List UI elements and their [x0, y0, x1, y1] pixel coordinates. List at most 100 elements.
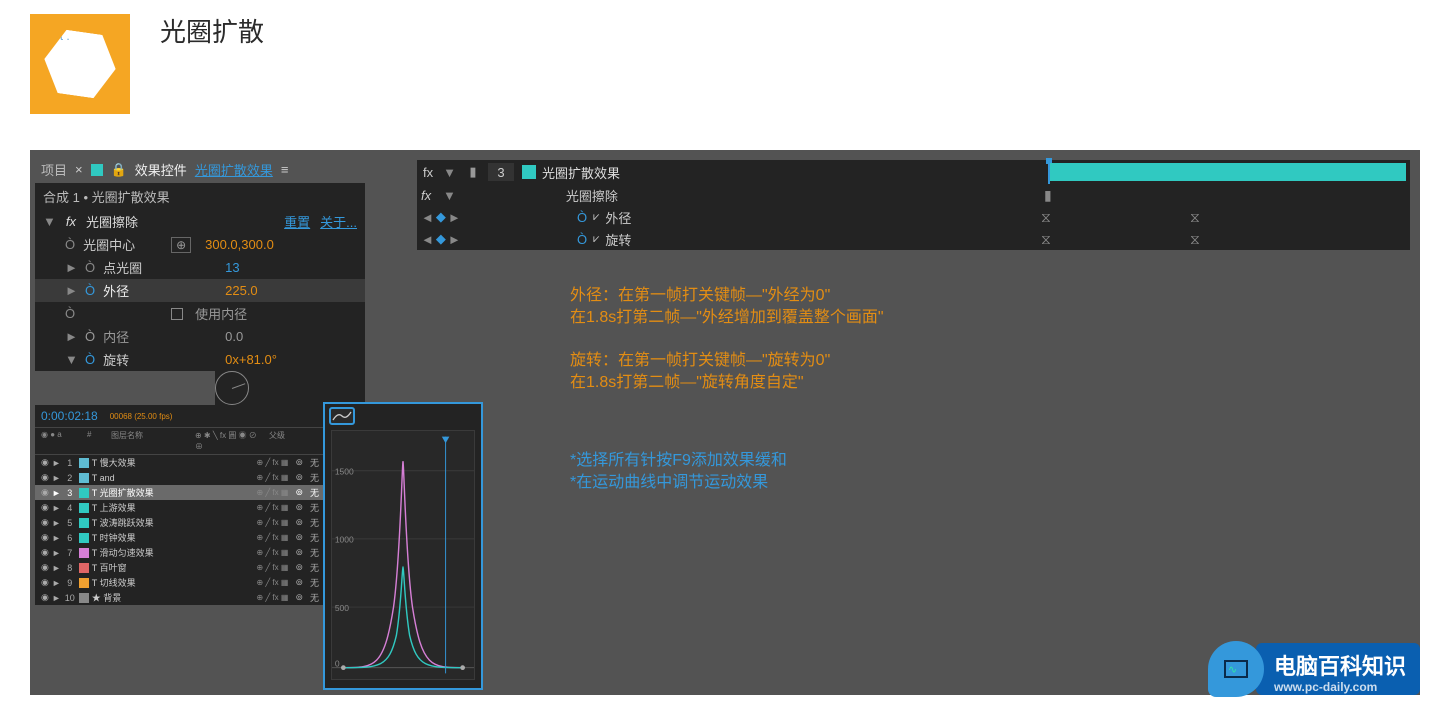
visibility-icon[interactable]: ◉	[41, 457, 49, 468]
twirl-icon[interactable]: ►	[65, 283, 77, 298]
layer-switches[interactable]: ⊕ ╱ fx ▦	[256, 563, 288, 572]
visibility-icon[interactable]: ◉	[41, 547, 49, 558]
parent-select[interactable]: 无	[310, 516, 319, 529]
visibility-icon[interactable]: ◉	[41, 577, 49, 588]
shy-icon[interactable]: ▮	[460, 164, 486, 180]
kf-next-icon[interactable]: ►	[448, 232, 461, 247]
panel-menu-icon[interactable]: ≡	[281, 162, 289, 177]
visibility-icon[interactable]: ◉	[41, 532, 49, 543]
pickwhip-icon[interactable]: ⊚	[295, 487, 303, 498]
visibility-icon[interactable]: ◉	[41, 517, 49, 528]
layer-name[interactable]: T 波涛跳跃效果	[92, 516, 254, 529]
lock-icon[interactable]: 🔒	[111, 162, 127, 178]
layer-name[interactable]: ★ 背景	[92, 591, 254, 604]
keyframe-easy-ease-icon[interactable]: ⧖	[1041, 211, 1051, 223]
twirl-icon[interactable]: ►	[52, 593, 61, 603]
twirl-icon[interactable]: ►	[52, 473, 61, 483]
twirl-down-icon[interactable]: ▼	[65, 352, 77, 367]
timecode[interactable]: 0:00:02:18	[41, 409, 98, 423]
parent-select[interactable]: 无	[310, 456, 319, 469]
keyframe-easy-ease-icon[interactable]: ⧖	[1190, 211, 1200, 223]
keyframe-easy-ease-icon[interactable]: ⧖	[1190, 233, 1200, 245]
curve-icon[interactable]: ⩗	[593, 211, 599, 224]
twirl-icon[interactable]: ►	[52, 458, 61, 468]
layer-row[interactable]: ◉ ► 6 T 时钟效果 ⊕ ╱ fx ▦ ⊚ 无	[35, 530, 325, 545]
stopwatch-icon[interactable]: Ò	[85, 260, 95, 275]
fx-badge[interactable]: fx	[66, 214, 76, 229]
visibility-icon[interactable]: ◉	[41, 562, 49, 573]
stopwatch-icon[interactable]: Ò	[65, 237, 75, 252]
layer-row[interactable]: ◉ ► 2 T and ⊕ ╱ fx ▦ ⊚ 无	[35, 470, 325, 485]
layer-row[interactable]: ◉ ► 4 T 上游效果 ⊕ ╱ fx ▦ ⊚ 无	[35, 500, 325, 515]
parent-select[interactable]: 无	[310, 591, 319, 604]
about-link[interactable]: 关于...	[320, 212, 357, 231]
layer-switches[interactable]: ⊕ ╱ fx ▦	[256, 473, 288, 482]
kf-next-icon[interactable]: ►	[448, 210, 461, 225]
pickwhip-icon[interactable]: ⊚	[295, 472, 303, 483]
visibility-icon[interactable]: ◉	[41, 487, 49, 498]
prop-value-rotate[interactable]: 0x+81.0°	[225, 352, 277, 367]
reset-link[interactable]: 重置	[284, 212, 310, 231]
use-inner-checkbox[interactable]	[171, 308, 183, 320]
twirl-icon[interactable]: ►	[65, 329, 77, 344]
curve-icon[interactable]: ⩗	[593, 233, 599, 246]
layer-switches[interactable]: ⊕ ╱ fx ▦	[256, 503, 288, 512]
parent-select[interactable]: 无	[310, 546, 319, 559]
visibility-icon[interactable]: ◉	[41, 592, 49, 603]
pickwhip-icon[interactable]: ⊚	[295, 457, 303, 468]
prop-value-points[interactable]: 13	[225, 260, 239, 275]
visibility-icon[interactable]: ◉	[41, 502, 49, 513]
stopwatch-active-icon[interactable]: Ò	[577, 232, 587, 247]
crosshair-button[interactable]: ⊕	[171, 237, 191, 253]
parent-select[interactable]: 无	[310, 486, 319, 499]
pickwhip-icon[interactable]: ⊚	[295, 502, 303, 513]
twirl-icon[interactable]: ►	[52, 563, 61, 573]
graph-editor-button[interactable]	[329, 407, 355, 425]
tab-project[interactable]: 项目	[41, 160, 67, 179]
layer-switches[interactable]: ⊕ ╱ fx ▦	[256, 578, 288, 587]
pickwhip-icon[interactable]: ⊚	[295, 592, 303, 603]
effect-name[interactable]: 光圈擦除	[566, 186, 618, 205]
stopwatch-active-icon[interactable]: Ò	[85, 352, 95, 367]
layer-name[interactable]: T 切线效果	[92, 576, 254, 589]
stopwatch-active-icon[interactable]: Ò	[85, 283, 95, 298]
pickwhip-icon[interactable]: ⊚	[295, 532, 303, 543]
layer-switches[interactable]: ⊕ ╱ fx ▦	[256, 533, 288, 542]
tab-effects[interactable]: 效果控件	[135, 160, 187, 179]
layer-switches[interactable]: ⊕ ╱ fx ▦	[256, 518, 288, 527]
close-icon[interactable]: ×	[75, 162, 83, 177]
kf-add-icon[interactable]: ◆	[436, 209, 446, 225]
timeline-kf-row-rotate[interactable]: ⧖ ⧖	[1028, 228, 1410, 250]
layer-name[interactable]: 光圈扩散效果	[542, 163, 620, 182]
twirl-icon[interactable]: ►	[52, 488, 61, 498]
layer-duration-bar[interactable]	[1048, 163, 1406, 181]
graph-area[interactable]: 1500 1000 500 0	[331, 430, 475, 680]
prop-value-center[interactable]: 300.0,300.0	[205, 237, 274, 252]
layer-row[interactable]: ◉ ► 7 T 滑动匀速效果 ⊕ ╱ fx ▦ ⊚ 无	[35, 545, 325, 560]
layer-row[interactable]: ◉ ► 5 T 波涛跳跃效果 ⊕ ╱ fx ▦ ⊚ 无	[35, 515, 325, 530]
layer-switches[interactable]: ⊕ ╱ fx ▦	[256, 548, 288, 557]
layer-switches[interactable]: ⊕ ╱ fx ▦	[256, 593, 288, 602]
layer-row[interactable]: ◉ ► 9 T 切线效果 ⊕ ╱ fx ▦ ⊚ 无	[35, 575, 325, 590]
fx-column-icon[interactable]: fx	[417, 165, 439, 180]
twirl-down-icon[interactable]: ▼	[443, 165, 456, 180]
fx-badge[interactable]: fx	[421, 188, 443, 203]
layer-name[interactable]: T 百叶窗	[92, 561, 254, 574]
layer-row[interactable]: ◉ ► 3 T 光圈扩散效果 ⊕ ╱ fx ▦ ⊚ 无	[35, 485, 325, 500]
twirl-icon[interactable]: ►	[65, 260, 77, 275]
twirl-down-icon[interactable]: ▼	[43, 214, 56, 229]
twirl-icon[interactable]: ►	[52, 533, 61, 543]
timeline-clip-row[interactable]	[1028, 160, 1410, 184]
twirl-icon[interactable]: ►	[52, 578, 61, 588]
layer-name[interactable]: T 时钟效果	[92, 531, 254, 544]
pickwhip-icon[interactable]: ⊚	[295, 517, 303, 528]
layer-name[interactable]: T and	[92, 473, 254, 483]
pickwhip-icon[interactable]: ⊚	[295, 562, 303, 573]
twirl-icon[interactable]: ►	[52, 518, 61, 528]
layer-name[interactable]: T 上游效果	[92, 501, 254, 514]
prop-value-outer[interactable]: 225.0	[225, 283, 258, 298]
kf-add-icon[interactable]: ◆	[436, 231, 446, 247]
layer-switches[interactable]: ⊕ ╱ fx ▦	[256, 458, 288, 467]
layer-name[interactable]: T 慢大效果	[92, 456, 254, 469]
keyframe-easy-ease-icon[interactable]: ⧖	[1041, 233, 1051, 245]
